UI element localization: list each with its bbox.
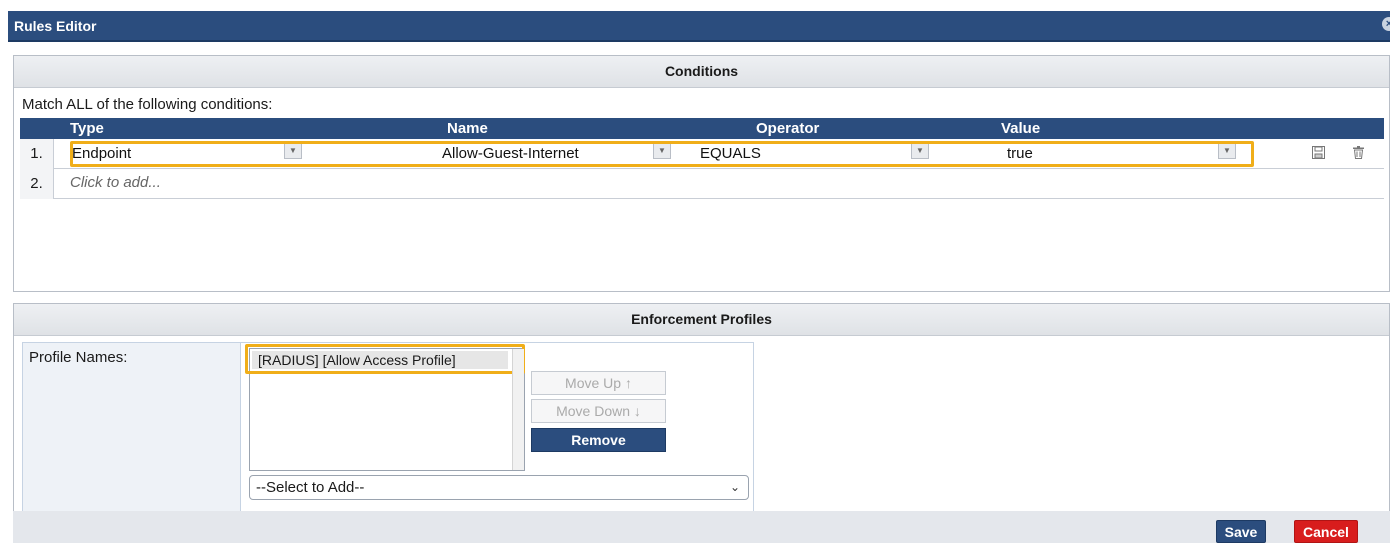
operator-select[interactable]: EQUALS (700, 144, 761, 164)
listbox-scrollbar[interactable] (512, 349, 524, 470)
column-value: Value (1001, 120, 1041, 137)
conditions-header: Conditions (14, 56, 1389, 88)
profile-list-item[interactable]: [RADIUS] [Allow Access Profile] (252, 351, 508, 369)
conditions-table-header: Type Name Operator Value (20, 118, 1384, 139)
profile-names-cell: Profile Names: (23, 343, 241, 511)
close-icon[interactable]: × (1382, 17, 1390, 31)
move-up-button[interactable]: Move Up ↑ (531, 371, 666, 395)
table-row-add[interactable]: 2. Click to add... (20, 169, 1384, 199)
save-button[interactable]: Save (1216, 520, 1266, 543)
profile-listbox[interactable]: [RADIUS] [Allow Access Profile] (245, 344, 525, 471)
name-select[interactable]: Allow-Guest-Internet (442, 144, 579, 164)
move-down-button[interactable]: Move Down ↓ (531, 399, 666, 423)
type-dropdown-arrow-icon[interactable]: ▼ (284, 143, 302, 159)
column-name: Name (447, 120, 488, 137)
rules-editor-titlebar: Rules Editor × (8, 11, 1390, 42)
enforcement-header: Enforcement Profiles (14, 304, 1389, 336)
value-select[interactable]: true (1007, 144, 1033, 164)
conditions-table: Type Name Operator Value 1. Endpoint ▼ A… (20, 118, 1384, 199)
match-text: Match ALL of the following conditions: (22, 96, 273, 113)
column-type: Type (70, 120, 104, 137)
click-to-add[interactable]: Click to add... (70, 174, 161, 191)
window-title: Rules Editor (14, 18, 97, 34)
row-number: 2. (20, 169, 54, 199)
save-row-icon[interactable] (1311, 146, 1325, 161)
conditions-panel: Conditions Match ALL of the following co… (13, 55, 1390, 292)
operator-dropdown-arrow-icon[interactable]: ▼ (911, 143, 929, 159)
name-dropdown-arrow-icon[interactable]: ▼ (653, 143, 671, 159)
footer-bar: Save Cancel (13, 511, 1390, 543)
column-operator: Operator (756, 120, 820, 137)
cancel-button[interactable]: Cancel (1294, 520, 1358, 543)
profile-names-label: Profile Names: (29, 349, 128, 366)
remove-button[interactable]: Remove (531, 428, 666, 452)
chevron-down-icon: ⌄ (729, 480, 740, 494)
enforcement-panel: Enforcement Profiles Profile Names: [RAD… (13, 303, 1390, 518)
select-to-add-value: --Select to Add-- (256, 479, 365, 496)
enforcement-body: Profile Names: [RADIUS] [Allow Access Pr… (22, 342, 754, 512)
type-select[interactable]: Endpoint (72, 144, 131, 164)
value-dropdown-arrow-icon[interactable]: ▼ (1218, 143, 1236, 159)
row-number: 1. (20, 139, 54, 169)
select-to-add-dropdown[interactable]: --Select to Add-- ⌄ (249, 475, 749, 500)
table-row: 1. Endpoint ▼ Allow-Guest-Internet ▼ EQU… (20, 139, 1384, 169)
delete-row-icon[interactable] (1351, 146, 1365, 161)
